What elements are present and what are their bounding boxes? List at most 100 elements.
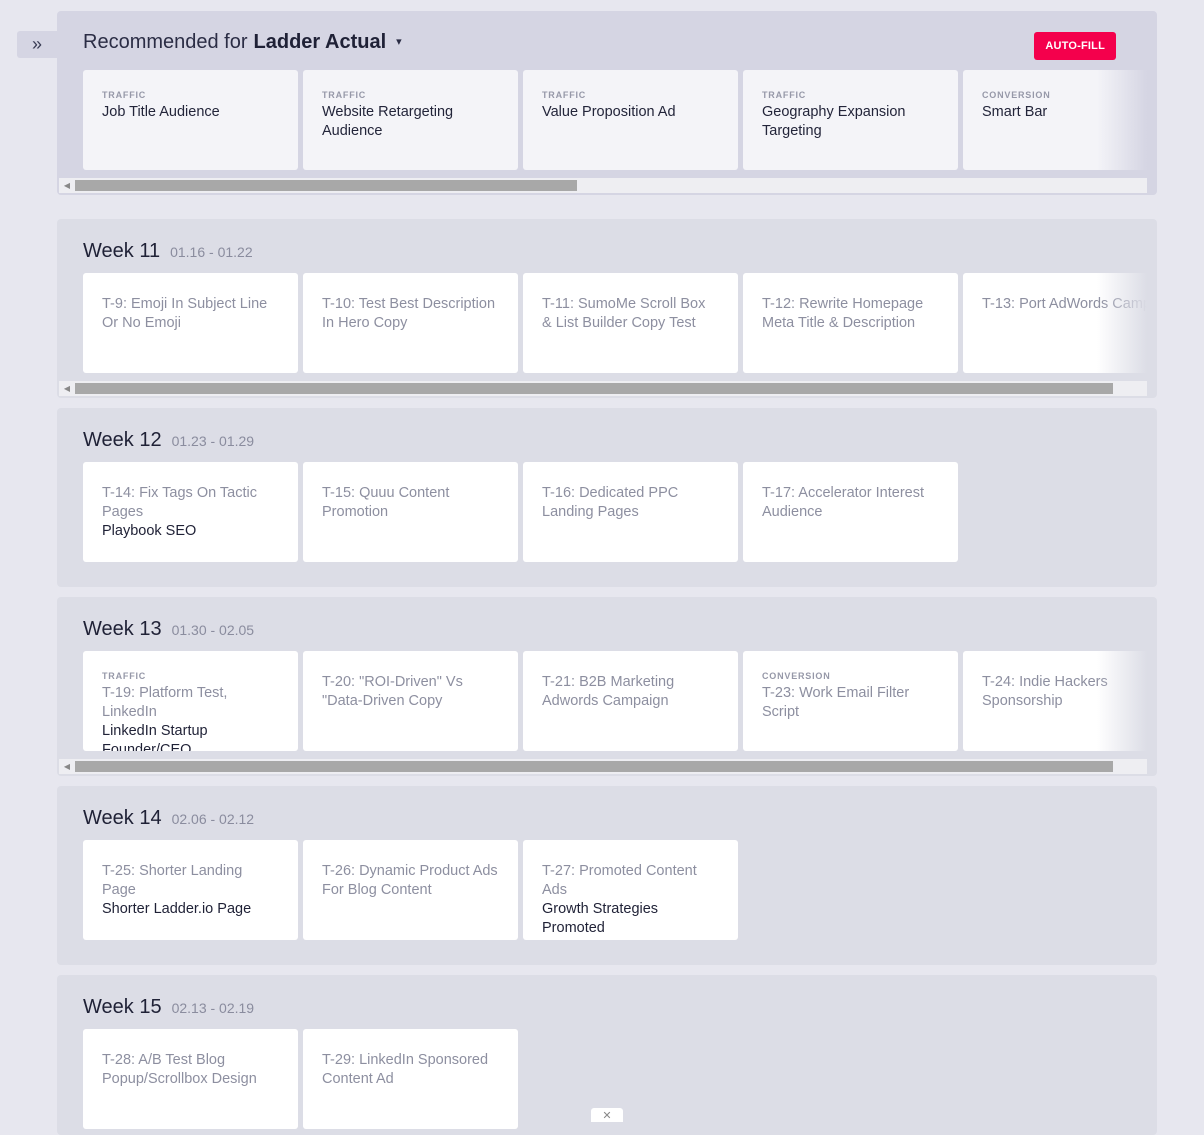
card-category: TRAFFIC <box>102 671 147 681</box>
week-header: Week 12 01.23 - 01.29 <box>83 429 254 452</box>
week-header: Week 13 01.30 - 02.05 <box>83 618 254 641</box>
tactic-card[interactable]: T-13: Port AdWords Campaign Over To Bing <box>963 273 1147 373</box>
tactic-card[interactable]: T-21: B2B Marketing Adwords Campaign <box>523 651 738 751</box>
week-dates: 01.30 - 02.05 <box>171 622 255 638</box>
scrollbar-thumb[interactable] <box>75 383 1113 394</box>
tactic-card[interactable]: T-14: Fix Tags On Tactic Pages Playbook S… <box>83 462 298 562</box>
card-category: TRAFFIC <box>542 90 587 100</box>
week-header: Week 14 02.06 - 02.12 <box>83 807 254 830</box>
tactic-card[interactable]: T-9: Emoji In Subject Line Or No Emoji <box>83 273 298 373</box>
tactic-card[interactable]: T-27: Promoted Content Ads Growth Strateg… <box>523 840 738 940</box>
tactic-card[interactable]: T-17: Accelerator Interest Audience <box>743 462 958 562</box>
card-title: T-15: Quuu Content Promotion <box>322 485 450 520</box>
week-dates: 02.06 - 02.12 <box>171 811 255 827</box>
horizontal-scrollbar[interactable]: ◀ <box>59 178 1147 193</box>
card-title: T-12: Rewrite Homepage Meta Title & Desc… <box>762 296 924 331</box>
tactic-card[interactable]: T-28: A/B Test Blog Popup/Scrollbox Desi… <box>83 1029 298 1129</box>
week-cards: T-9: Emoji In Subject Line Or No Emoji T-… <box>83 273 1147 373</box>
tactic-card[interactable]: T-29: LinkedIn Sponsored Content Ad <box>303 1029 518 1129</box>
tactic-card[interactable]: CONVERSION T-23: Work Email Filter Script <box>743 651 958 751</box>
week-title: Week 15 <box>83 996 162 1018</box>
recommendation-card[interactable]: TRAFFIC Job Title Audience <box>83 70 298 170</box>
week-section: Week 11 01.16 - 01.22 T-9: Emoji In Subj… <box>57 219 1157 398</box>
recommended-section: Recommended for Ladder Actual ▾ AUTO-FIL… <box>57 11 1157 195</box>
week-section: Week 13 01.30 - 02.05 TRAFFIC T-19: Platf… <box>57 597 1157 776</box>
tactic-card[interactable]: TRAFFIC T-19: Platform Test, LinkedIn Link… <box>83 651 298 751</box>
tactic-card[interactable]: T-12: Rewrite Homepage Meta Title & Desc… <box>743 273 958 373</box>
week-title: Week 13 <box>83 618 162 640</box>
card-category: TRAFFIC <box>762 90 807 100</box>
week-dates: 02.13 - 02.19 <box>171 1000 255 1016</box>
card-title: Smart Bar <box>982 104 1048 120</box>
recommended-cards: TRAFFIC Job Title Audience TRAFFIC Websi… <box>83 70 1147 170</box>
week-title: Week 12 <box>83 429 162 451</box>
card-title: Geography Expansion Targeting <box>762 104 906 139</box>
card-title: T-24: Indie Hackers Sponsorship <box>982 674 1108 709</box>
week-title: Week 14 <box>83 807 162 829</box>
card-title: T-21: B2B Marketing Adwords Campaign <box>542 674 675 709</box>
week-header: Week 11 01.16 - 01.22 <box>83 240 253 263</box>
card-title: T-10: Test Best Description In Hero Copy <box>322 296 496 331</box>
card-subtitle: Playbook SEO <box>102 523 197 539</box>
recommendation-card[interactable]: CONVERSION Smart Bar <box>963 70 1147 170</box>
card-title: T-25: Shorter Landing Page <box>102 863 243 898</box>
tactic-card[interactable]: T-15: Quuu Content Promotion <box>303 462 518 562</box>
card-title: T-20: "ROI-Driven" Vs "Data-Driven Copy <box>322 674 463 709</box>
card-title: T-14: Fix Tags On Tactic Pages <box>102 485 257 520</box>
card-subtitle: LinkedIn Startup Founder/CEO <box>102 723 208 751</box>
recommended-header[interactable]: Recommended for Ladder Actual ▾ <box>83 31 402 54</box>
tactic-card[interactable]: T-24: Indie Hackers Sponsorship <box>963 651 1147 751</box>
card-title: Value Proposition Ad <box>542 104 676 120</box>
week-header: Week 15 02.13 - 02.19 <box>83 996 254 1019</box>
card-title: T-9: Emoji In Subject Line Or No Emoji <box>102 296 268 331</box>
horizontal-scrollbar[interactable]: ◀ <box>59 381 1147 396</box>
sidebar-expand-button[interactable]: » <box>17 31 57 58</box>
card-title: T-17: Accelerator Interest Audience <box>762 485 924 520</box>
tactic-card[interactable]: T-11: SumoMe Scroll Box & List Builder C… <box>523 273 738 373</box>
recommended-target-name: Ladder Actual <box>253 31 387 53</box>
card-category: CONVERSION <box>762 671 831 681</box>
scroll-left-icon[interactable]: ◀ <box>62 381 72 396</box>
card-title: T-19: Platform Test, LinkedIn <box>102 685 228 720</box>
tactic-card[interactable]: T-10: Test Best Description In Hero Copy <box>303 273 518 373</box>
week-section: Week 12 01.23 - 01.29 T-14: Fix Tags On … <box>57 408 1157 587</box>
tactic-card[interactable]: T-26: Dynamic Product Ads For Blog Conte… <box>303 840 518 940</box>
tactic-card[interactable]: T-25: Shorter Landing Page Shorter Ladder… <box>83 840 298 940</box>
week-title: Week 11 <box>83 240 161 262</box>
card-title: Job Title Audience <box>102 104 220 120</box>
horizontal-scrollbar[interactable]: ◀ <box>59 759 1147 774</box>
card-title: T-27: Promoted Content Ads <box>542 863 697 898</box>
card-title: T-16: Dedicated PPC Landing Pages <box>542 485 679 520</box>
card-title: T-11: SumoMe Scroll Box & List Builder C… <box>542 296 706 331</box>
tactic-card[interactable]: T-16: Dedicated PPC Landing Pages <box>523 462 738 562</box>
autofill-button[interactable]: AUTO-FILL <box>1034 32 1116 60</box>
scroll-left-icon[interactable]: ◀ <box>62 759 72 774</box>
scroll-left-icon[interactable]: ◀ <box>62 178 72 193</box>
card-title: T-26: Dynamic Product Ads For Blog Conte… <box>322 863 498 898</box>
recommendation-card[interactable]: TRAFFIC Value Proposition Ad <box>523 70 738 170</box>
close-icon: ✕ <box>602 1110 612 1122</box>
week-dates: 01.16 - 01.22 <box>170 244 253 260</box>
scrollbar-thumb[interactable] <box>75 180 577 191</box>
week-cards: TRAFFIC T-19: Platform Test, LinkedIn Link… <box>83 651 1147 751</box>
recommendation-card[interactable]: TRAFFIC Website Retargeting Audience <box>303 70 518 170</box>
card-category: CONVERSION <box>982 90 1051 100</box>
card-title: T-29: LinkedIn Sponsored Content Ad <box>322 1052 489 1087</box>
card-category: TRAFFIC <box>322 90 367 100</box>
card-subtitle: Shorter Ladder.io Page <box>102 901 252 917</box>
week-dates: 01.23 - 01.29 <box>171 433 255 449</box>
card-category: TRAFFIC <box>102 90 147 100</box>
recommendation-card[interactable]: TRAFFIC Geography Expansion Targeting <box>743 70 958 170</box>
tactic-card[interactable]: T-20: "ROI-Driven" Vs "Data-Driven Copy <box>303 651 518 751</box>
double-chevron-right-icon: » <box>31 34 42 54</box>
card-title: T-28: A/B Test Blog Popup/Scrollbox Desi… <box>102 1052 257 1087</box>
scrollbar-thumb[interactable] <box>75 761 1113 772</box>
card-title: Website Retargeting Audience <box>322 104 454 139</box>
week-cards: T-14: Fix Tags On Tactic Pages Playbook S… <box>83 462 1147 562</box>
card-subtitle: Growth Strategies Promoted <box>542 901 659 936</box>
caret-down-icon[interactable]: ▾ <box>396 35 402 48</box>
week-section: Week 14 02.06 - 02.12 T-25: Shorter Land… <box>57 786 1157 965</box>
week-cards: T-25: Shorter Landing Page Shorter Ladder… <box>83 840 1147 940</box>
recommended-prefix: Recommended for <box>83 31 248 53</box>
card-title: T-13: Port AdWords Campaign Over To Bing <box>982 296 1147 312</box>
